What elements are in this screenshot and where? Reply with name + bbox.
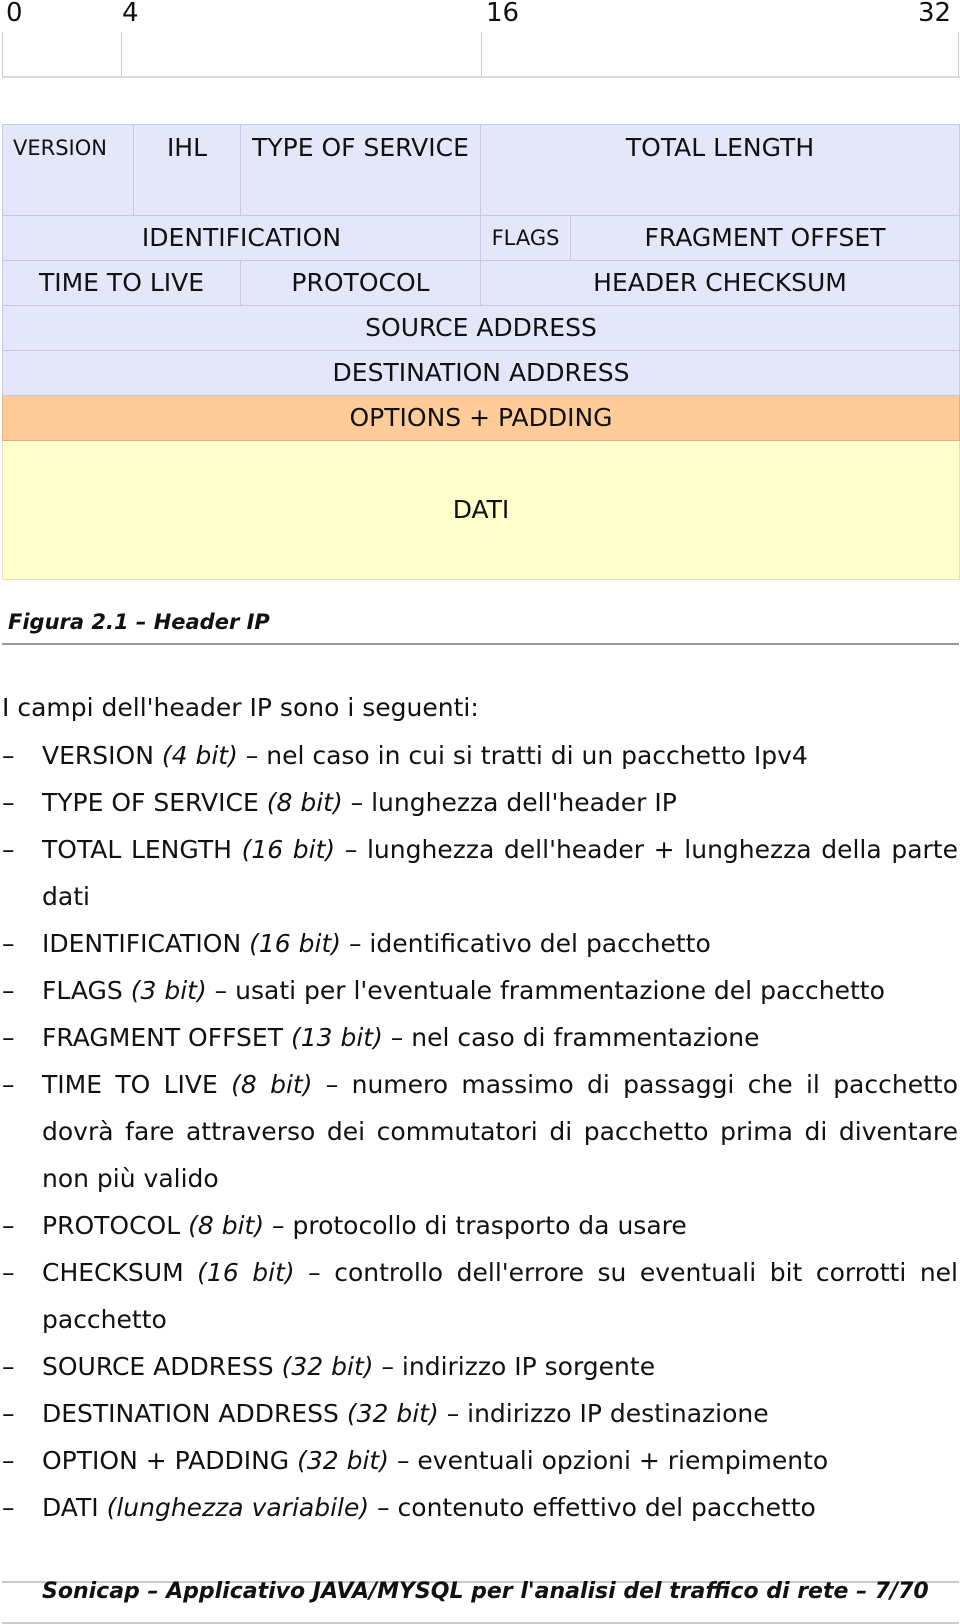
field-size: (32 bit) [346, 1399, 439, 1428]
field-description: – lunghezza dell'header IP [342, 788, 677, 817]
field-name: TYPE OF SERVICE [42, 788, 259, 817]
field-name: DATI [42, 1493, 99, 1522]
list-item: – TYPE OF SERVICE (8 bit) – lunghezza del… [0, 779, 958, 826]
list-item: – TOTAL LENGTH (16 bit) – lunghezza dell'… [0, 826, 958, 920]
bit-tick-label: 0 [6, 0, 23, 28]
field-name: PROTOCOL [42, 1211, 181, 1240]
list-dash: – [2, 929, 15, 958]
field-flags: FLAGS [480, 215, 571, 261]
list-dash: – [2, 1258, 15, 1287]
ruler-tick [121, 32, 122, 76]
intro-paragraph: I campi dell'header IP sono i seguenti: [2, 693, 479, 722]
field-description: – contenuto effettivo del pacchetto [369, 1493, 816, 1522]
field-size: (16 bit) [197, 1258, 295, 1287]
field-fragment-offset: FRAGMENT OFFSET [569, 215, 960, 261]
field-protocol: PROTOCOL [240, 260, 481, 306]
figure-caption: Figura 2.1 – Header IP [8, 610, 270, 634]
field-list: – VERSION (4 bit) – nel caso in cui si tr… [0, 732, 958, 1531]
field-options-padding: OPTIONS + PADDING [1, 395, 960, 441]
field-name: VERSION [42, 741, 154, 770]
list-dash: – [2, 1446, 15, 1475]
list-dash: – [2, 1352, 15, 1381]
field-header-checksum: HEADER CHECKSUM [479, 260, 960, 306]
list-item: – DESTINATION ADDRESS (32 bit) – indirizz… [0, 1390, 958, 1437]
field-description: – identificativo del pacchetto [341, 929, 711, 958]
list-item: – IDENTIFICATION (16 bit) – identificativ… [0, 920, 958, 967]
bit-tick-label: 16 [486, 0, 520, 28]
ip-header-diagram: VERSION IHL TYPE OF SERVICE TOTAL LENGTH… [1, 124, 960, 580]
field-name: DESTINATION ADDRESS [42, 1399, 339, 1428]
list-dash: – [2, 1493, 15, 1522]
field-size: (16 bit) [241, 835, 336, 864]
ruler-tick [958, 32, 959, 76]
bit-tick-label: 32 [918, 0, 952, 28]
field-name: FRAGMENT OFFSET [42, 1023, 283, 1052]
field-type-of-service: TYPE OF SERVICE [240, 124, 481, 216]
field-name: SOURCE ADDRESS [42, 1352, 274, 1381]
bit-tick-label: 4 [122, 0, 139, 28]
field-description: – indirizzo IP sorgente [373, 1352, 656, 1381]
field-size: (32 bit) [281, 1352, 374, 1381]
field-size: (8 bit) [231, 1070, 313, 1099]
field-name: FLAGS [42, 976, 123, 1005]
field-description: – nel caso di frammentazione [382, 1023, 760, 1052]
field-description: – indirizzo IP destinazione [438, 1399, 769, 1428]
field-description: – eventuali opzioni + riempimento [389, 1446, 829, 1475]
list-dash: – [2, 788, 15, 817]
field-total-length: TOTAL LENGTH [479, 124, 960, 216]
list-item: – SOURCE ADDRESS (32 bit) – indirizzo IP … [0, 1343, 958, 1390]
field-ihl: IHL [133, 124, 241, 216]
field-time-to-live: TIME TO LIVE [2, 260, 241, 306]
field-version: VERSION [2, 124, 134, 216]
list-item: – CHECKSUM (16 bit) – controllo dell'erro… [0, 1249, 958, 1343]
list-item: – FRAGMENT OFFSET (13 bit) – nel caso di … [0, 1014, 958, 1061]
field-description: – protocollo di trasporto da usare [264, 1211, 687, 1240]
field-size: (8 bit) [188, 1211, 265, 1240]
field-name: TIME TO LIVE [42, 1070, 218, 1099]
field-size: (8 bit) [266, 788, 343, 817]
list-dash: – [2, 1023, 15, 1052]
list-item: – PROTOCOL (8 bit) – protocollo di traspo… [0, 1202, 958, 1249]
field-size: (16 bit) [249, 929, 342, 958]
list-dash: – [2, 1070, 15, 1099]
field-size: (13 bit) [290, 1023, 383, 1052]
field-name: IDENTIFICATION [42, 929, 242, 958]
field-size: (4 bit) [161, 741, 238, 770]
field-name: TOTAL LENGTH [42, 835, 232, 864]
field-size: (32 bit) [297, 1446, 389, 1475]
field-name: OPTION + PADDING [42, 1446, 290, 1475]
field-destination-address: DESTINATION ADDRESS [1, 350, 960, 396]
field-data: DATI [1, 440, 960, 580]
field-size: (lunghezza variabile) [106, 1493, 370, 1522]
caption-divider [2, 643, 959, 645]
field-description: – nel caso in cui si tratti di un pacche… [237, 741, 808, 770]
field-name: CHECKSUM [42, 1258, 184, 1287]
list-item: – OPTION + PADDING (32 bit) – eventuali o… [0, 1437, 958, 1484]
field-source-address: SOURCE ADDRESS [1, 305, 960, 351]
list-dash: – [2, 835, 15, 864]
list-item: – VERSION (4 bit) – nel caso in cui si tr… [0, 732, 958, 779]
field-description: – usati per l'eventuale frammentazione d… [206, 976, 885, 1005]
list-item: – FLAGS (3 bit) – usati per l'eventuale f… [0, 967, 958, 1014]
page-footer: Sonicap – Applicativo JAVA/MYSQL per l'a… [42, 1579, 929, 1604]
list-dash: – [2, 1399, 15, 1428]
bit-ruler [2, 32, 960, 78]
list-item: – TIME TO LIVE (8 bit) – numero massimo d… [0, 1061, 958, 1202]
ruler-tick [481, 32, 482, 76]
field-size: (3 bit) [130, 976, 207, 1005]
list-dash: – [2, 1211, 15, 1240]
list-dash: – [2, 976, 15, 1005]
field-identification: IDENTIFICATION [2, 215, 481, 261]
list-dash: – [2, 741, 15, 770]
list-item: – DATI (lunghezza variabile) – contenuto … [0, 1484, 958, 1531]
